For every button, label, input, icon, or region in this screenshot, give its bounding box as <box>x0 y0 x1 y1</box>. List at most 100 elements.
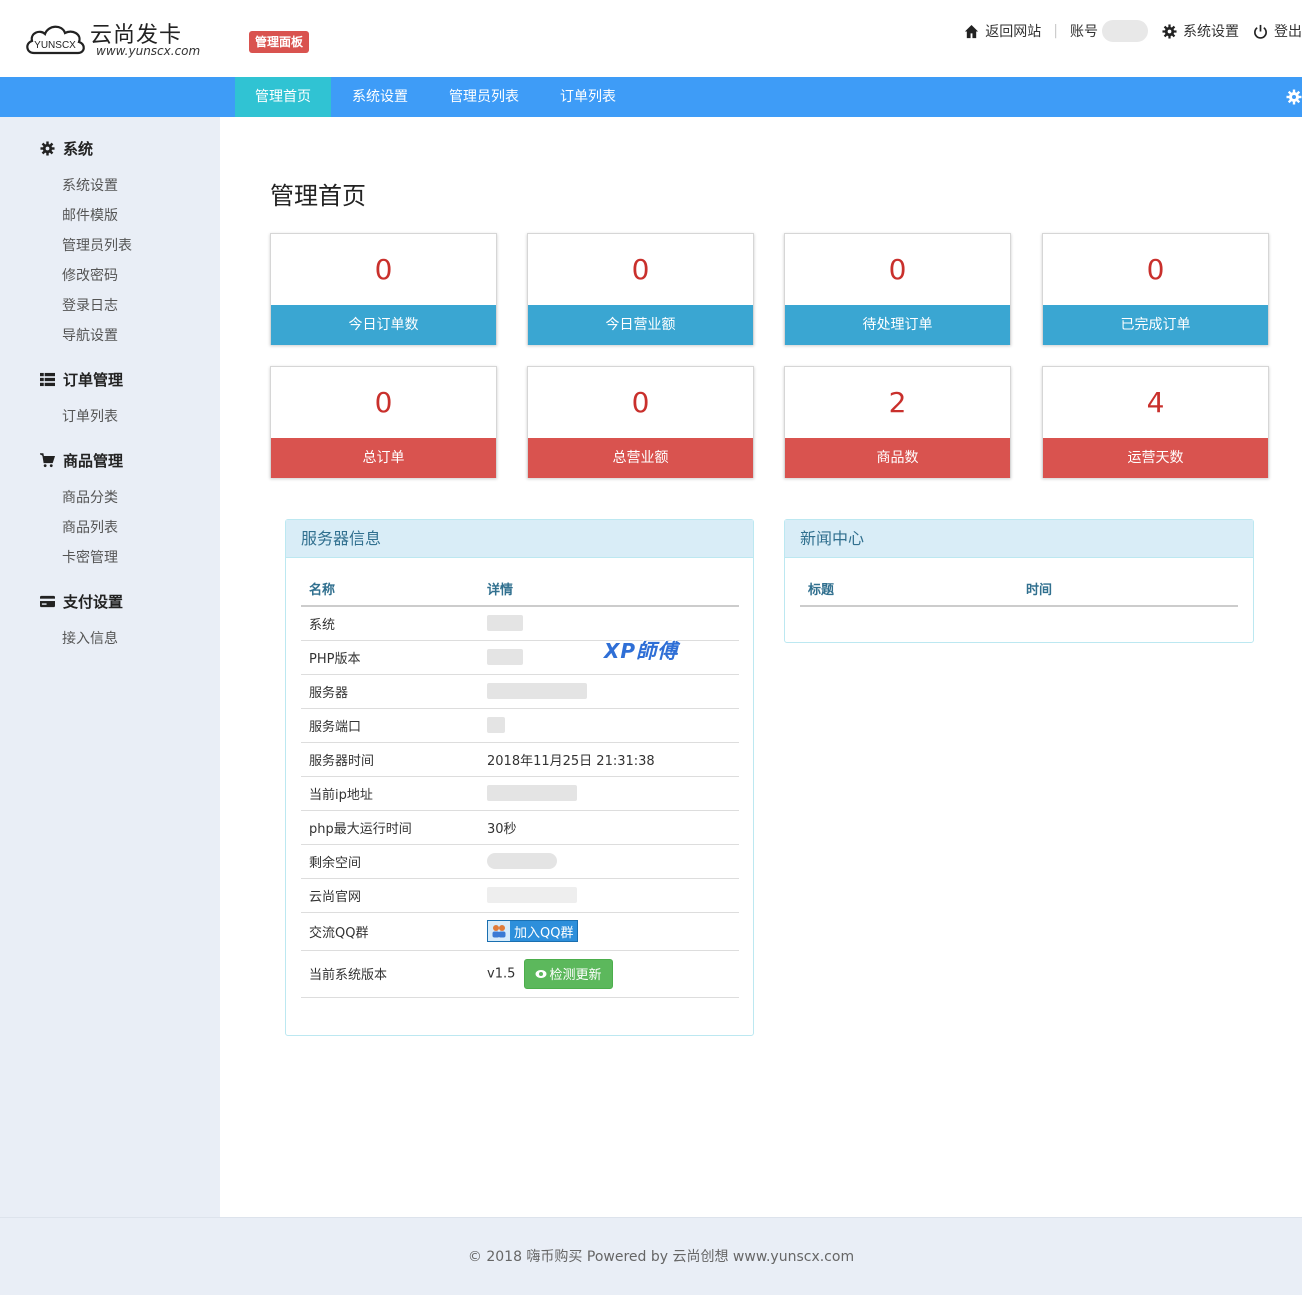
list-icon <box>40 372 55 387</box>
table-row: 当前ip地址 <box>301 776 739 811</box>
stat-card: 0 总订单 <box>270 366 497 478</box>
sidebar-group-title: 支付设置 <box>63 593 124 611</box>
sidebar-item-change-password[interactable]: 修改密码 <box>62 265 118 285</box>
sidebar-group-orders[interactable]: 订单管理 <box>40 369 123 390</box>
tab-system-settings[interactable]: 系统设置 <box>337 77 423 117</box>
stat-card: 0 待处理订单 <box>784 233 1011 345</box>
footer: © 2018 嗨币购买 Powered by 云尚创想 www.yunscx.c… <box>0 1217 1302 1295</box>
row-value-redacted <box>479 776 739 811</box>
row-name: 服务端口 <box>301 708 479 743</box>
watermark: XP師傅 <box>604 639 679 663</box>
table-row: 云尚官网 <box>301 878 739 913</box>
account-label: 账号 <box>1070 24 1098 40</box>
header-system-settings-link[interactable]: 系统设置 <box>1162 21 1239 41</box>
stat-label: 运营天数 <box>1043 438 1268 478</box>
row-value-redacted <box>479 708 739 743</box>
back-to-site-link[interactable]: 返回网站 <box>964 21 1041 41</box>
version-text: v1.5 <box>487 966 516 981</box>
logo[interactable]: YUNSCX 云尚发卡 www.yunscx.com <box>24 17 224 65</box>
stat-value: 4 <box>1146 386 1165 419</box>
table-row: 交流QQ群 加入QQ群 <box>301 912 739 951</box>
tab-admin-list[interactable]: 管理员列表 <box>434 77 534 117</box>
sidebar-item-login-log[interactable]: 登录日志 <box>62 295 118 315</box>
table-row: 服务器 <box>301 674 739 709</box>
stat-value: 0 <box>374 386 393 419</box>
sidebar-group-title: 系统 <box>63 140 94 158</box>
news-title: 新闻中心 <box>785 520 1253 558</box>
sidebar-item-admin-list[interactable]: 管理员列表 <box>62 235 132 255</box>
sidebar: 系统 系统设置 邮件模版 管理员列表 修改密码 登录日志 导航设置 订单管理 订… <box>0 117 220 1217</box>
row-value: 2018年11月25日 21:31:38 <box>479 742 739 777</box>
row-value-redacted <box>479 844 739 879</box>
row-value-redacted <box>479 878 739 913</box>
row-name: 服务器时间 <box>301 742 479 777</box>
table-row: php最大运行时间 30秒 <box>301 810 739 845</box>
stat-card: 0 今日营业额 <box>527 233 754 345</box>
server-info-title: 服务器信息 <box>286 520 753 558</box>
power-icon <box>1254 24 1267 39</box>
logout-label: 登出 <box>1274 24 1302 40</box>
table-row: 当前系统版本 v1.5 检测更新 <box>301 950 739 998</box>
logout-link[interactable]: 登出 <box>1253 21 1302 41</box>
sidebar-group-products[interactable]: 商品管理 <box>40 450 123 471</box>
stat-value: 2 <box>888 386 907 419</box>
navbar-gear-icon[interactable] <box>1286 89 1302 105</box>
stat-label: 今日订单数 <box>271 305 496 345</box>
join-qq-group-label: 加入QQ群 <box>514 925 574 941</box>
col-header-name: 名称 <box>301 572 479 607</box>
eye-icon <box>535 969 547 978</box>
qq-group-icon <box>488 921 510 941</box>
sidebar-item-system-settings[interactable]: 系统设置 <box>62 175 118 195</box>
stat-label: 今日营业额 <box>528 305 753 345</box>
account-avatar-blurred <box>1102 20 1148 42</box>
sidebar-item-mail-template[interactable]: 邮件模版 <box>62 205 118 225</box>
sidebar-item-access-info[interactable]: 接入信息 <box>62 628 118 648</box>
row-value-redacted <box>479 674 739 709</box>
admin-panel-badge: 管理面板 <box>249 31 310 53</box>
news-panel: 新闻中心 标题 时间 <box>784 519 1254 643</box>
stat-value: 0 <box>1146 253 1165 286</box>
cart-icon <box>40 453 55 468</box>
stat-label: 待处理订单 <box>785 305 1010 345</box>
sidebar-group-system[interactable]: 系统 <box>40 138 93 159</box>
back-to-site-label: 返回网站 <box>985 24 1042 40</box>
join-qq-group-button[interactable]: 加入QQ群 <box>487 920 579 942</box>
stat-label: 总营业额 <box>528 438 753 478</box>
tab-order-list[interactable]: 订单列表 <box>546 77 630 117</box>
row-name: 系统 <box>301 606 479 641</box>
row-name: PHP版本 <box>301 640 479 675</box>
sidebar-item-card-key[interactable]: 卡密管理 <box>62 547 118 567</box>
stat-value: 0 <box>888 253 907 286</box>
stat-card: 0 今日订单数 <box>270 233 497 345</box>
sidebar-item-product-list[interactable]: 商品列表 <box>62 517 118 537</box>
account-link[interactable]: 账号 <box>1070 21 1098 41</box>
sidebar-group-payment[interactable]: 支付设置 <box>40 591 123 612</box>
sidebar-item-nav-settings[interactable]: 导航设置 <box>62 325 118 345</box>
stat-label: 已完成订单 <box>1043 305 1268 345</box>
col-header-detail: 详情 <box>479 572 739 607</box>
news-table: 标题 时间 <box>800 572 1238 607</box>
logo-badge: YUNSCX <box>34 40 76 51</box>
row-name: 服务器 <box>301 674 479 709</box>
row-value: 加入QQ群 <box>479 912 739 951</box>
main-navbar: 管理首页 系统设置 管理员列表 订单列表 <box>0 77 1302 117</box>
check-update-label: 检测更新 <box>549 968 602 983</box>
col-header-title: 标题 <box>800 572 1018 607</box>
sidebar-item-product-category[interactable]: 商品分类 <box>62 487 118 507</box>
sidebar-item-order-list[interactable]: 订单列表 <box>62 406 118 426</box>
server-info-panel: 服务器信息 名称 详情 系统 PHP版本 服务器 服务端口 服务器时间 2018… <box>285 519 754 1036</box>
table-row: 服务器时间 2018年11月25日 21:31:38 <box>301 742 739 777</box>
row-name: 当前系统版本 <box>301 950 479 998</box>
home-icon <box>965 24 979 38</box>
stat-value: 0 <box>631 386 650 419</box>
stat-value: 0 <box>374 253 393 286</box>
check-update-button[interactable]: 检测更新 <box>523 958 613 989</box>
tab-admin-home[interactable]: 管理首页 <box>235 77 331 117</box>
page-title: 管理首页 <box>270 182 366 210</box>
row-name: 交流QQ群 <box>301 912 479 951</box>
gear-icon <box>1162 23 1177 39</box>
header: YUNSCX 云尚发卡 www.yunscx.com 管理面板 返回网站 | 账… <box>0 0 1302 77</box>
stat-value: 0 <box>631 253 650 286</box>
row-name: 云尚官网 <box>301 878 479 913</box>
row-value: 30秒 <box>479 810 739 845</box>
